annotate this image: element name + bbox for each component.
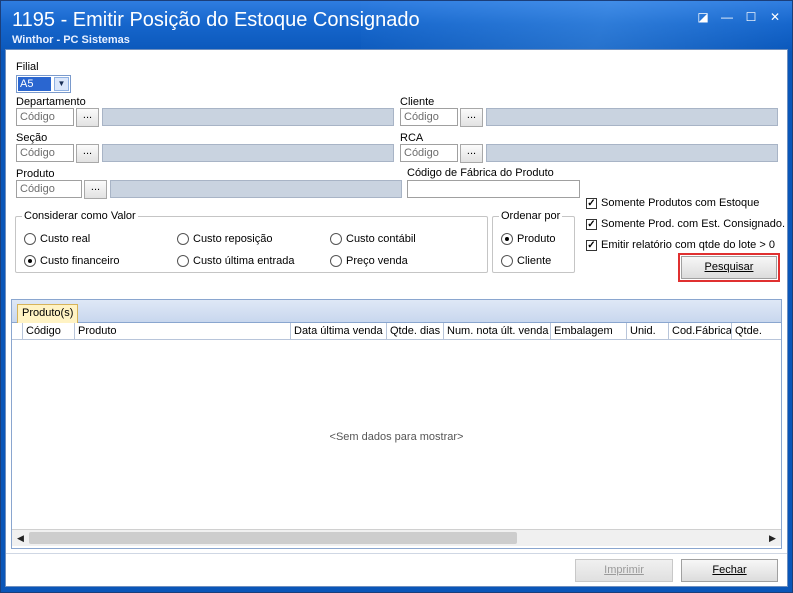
ordenar-group: Ordenar por Produto Cliente (492, 210, 575, 273)
considerar-title: Considerar como Valor (22, 210, 138, 222)
secao-label: Seção (16, 132, 48, 144)
radio-circle-selected (24, 255, 36, 267)
radio-custo-real[interactable]: Custo real (24, 233, 90, 245)
fechar-button[interactable]: Fechar (681, 559, 778, 582)
chevron-down-icon[interactable]: ▼ (54, 77, 69, 91)
filial-select[interactable]: A5 ▼ (16, 75, 71, 93)
radio-custo-ultima-entrada[interactable]: Custo última entrada (177, 255, 295, 267)
scroll-left-icon[interactable]: ◀ (13, 531, 28, 546)
pesquisar-label: Pesquisar (704, 261, 754, 273)
imprimir-button[interactable]: Imprimir (575, 559, 673, 582)
radio-circle (177, 233, 189, 245)
rca-label: RCA (400, 132, 424, 144)
codigo-fabrica-label: Código de Fábrica do Produto (407, 167, 554, 179)
radio-label: Custo contábil (346, 233, 416, 245)
window-controls: ◪ — ☐ ✕ (696, 10, 782, 24)
radio-ordenar-cliente[interactable]: Cliente (501, 255, 551, 267)
departamento-label: Departamento (16, 96, 86, 108)
title-bar-decoration (361, 1, 792, 51)
radio-circle-selected (501, 233, 513, 245)
radio-label: Cliente (517, 255, 552, 267)
considerar-group: Considerar como Valor Custo real Custo r… (15, 210, 488, 273)
checkbox-checked: ✓ (586, 218, 597, 230)
scrollbar-thumb[interactable] (29, 532, 517, 544)
rca-code-field[interactable]: Código (400, 144, 458, 162)
radio-circle (501, 255, 513, 267)
radio-label: Custo última entrada (193, 255, 295, 267)
window-subtitle: Winthor - PC Sistemas (12, 34, 130, 46)
produto-label: Produto (16, 168, 55, 180)
ordenar-title: Ordenar por (499, 210, 563, 222)
cliente-description (486, 108, 778, 126)
radio-custo-contabil[interactable]: Custo contábil (330, 233, 416, 245)
radio-circle (330, 233, 342, 245)
column-produto[interactable]: Produto (74, 323, 290, 340)
window-title: 1195 - Emitir Posição do Estoque Consign… (12, 9, 420, 31)
radio-custo-financeiro[interactable]: Custo financeiro (24, 255, 120, 267)
rca-lookup-button[interactable]: ... (460, 144, 483, 163)
filial-value: A5 (18, 77, 51, 91)
minimize-icon[interactable]: — (720, 10, 734, 24)
produto-lookup-button[interactable]: ... (84, 180, 107, 199)
column-unid[interactable]: Unid. (626, 323, 668, 340)
codigo-fabrica-field[interactable] (407, 180, 580, 198)
secao-code-field[interactable]: Código (16, 144, 74, 162)
secao-lookup-button[interactable]: ... (76, 144, 99, 163)
produtos-grid: Produto(s) Código Produto Data última ve… (11, 299, 782, 549)
produto-code-field[interactable]: Código (16, 180, 82, 198)
imprimir-label: Imprimir (604, 564, 644, 576)
departamento-code-field[interactable]: Código (16, 108, 74, 126)
form-area: Filial A5 ▼ Departamento Código ... Clie… (5, 49, 788, 587)
filial-label: Filial (16, 61, 39, 73)
check-label: Somente Prod. com Est. Consignado. (601, 218, 786, 230)
pesquisar-button[interactable]: Pesquisar (678, 253, 780, 282)
checkbox-checked: ✓ (586, 239, 597, 251)
column-qtde-dias[interactable]: Qtde. dias (386, 323, 443, 340)
app-window: 1195 - Emitir Posição do Estoque Consign… (0, 0, 793, 593)
departamento-description (102, 108, 394, 126)
check-label: Somente Produtos com Estoque (601, 197, 760, 209)
radio-label: Custo financeiro (40, 255, 120, 267)
check-somente-estoque[interactable]: ✓ Somente Produtos com Estoque (586, 197, 759, 209)
grid-empty-message: <Sem dados para mostrar> (329, 431, 464, 443)
maximize-icon[interactable]: ☐ (744, 10, 758, 24)
tab-produtos[interactable]: Produto(s) (17, 304, 79, 323)
title-bar: 1195 - Emitir Posição do Estoque Consign… (1, 1, 792, 51)
radio-circle (330, 255, 342, 267)
radio-preco-venda[interactable]: Preço venda (330, 255, 408, 267)
restore-icon[interactable]: ◪ (696, 10, 710, 24)
column-qtde[interactable]: Qtde. (731, 323, 781, 340)
grid-column-header: Código Produto Data última venda Qtde. d… (12, 323, 781, 340)
radio-circle (177, 255, 189, 267)
radio-label: Preço venda (346, 255, 408, 267)
produto-description (110, 180, 402, 198)
radio-custo-reposicao[interactable]: Custo reposição (177, 233, 273, 245)
check-label: Emitir relatório com qtde do lote > 0 (601, 239, 775, 251)
column-embalagem[interactable]: Embalagem (550, 323, 626, 340)
rca-description (486, 144, 778, 162)
radio-ordenar-produto[interactable]: Produto (501, 233, 556, 245)
check-qtde-lote[interactable]: ✓ Emitir relatório com qtde do lote > 0 (586, 239, 775, 251)
checkbox-checked: ✓ (586, 197, 597, 209)
close-icon[interactable]: ✕ (768, 10, 782, 24)
secao-description (102, 144, 394, 162)
radio-label: Produto (517, 233, 556, 245)
column-data-ultima-venda[interactable]: Data última venda (290, 323, 386, 340)
cliente-lookup-button[interactable]: ... (460, 108, 483, 127)
column-num-nota[interactable]: Num. nota últ. venda (443, 323, 550, 340)
column-cod-fabrica[interactable]: Cod.Fábrica (668, 323, 731, 340)
horizontal-scrollbar[interactable]: ◀ ▶ (12, 529, 781, 546)
footer-bar: Imprimir Fechar (6, 553, 787, 586)
column-codigo[interactable]: Código (22, 323, 74, 340)
radio-circle (24, 233, 36, 245)
cliente-code-field[interactable]: Código (400, 108, 458, 126)
departamento-lookup-button[interactable]: ... (76, 108, 99, 127)
scroll-right-icon[interactable]: ▶ (765, 531, 780, 546)
cliente-label: Cliente (400, 96, 435, 108)
radio-label: Custo real (40, 233, 91, 245)
grid-tabstrip: Produto(s) (12, 300, 781, 323)
check-somente-consignado[interactable]: ✓ Somente Prod. com Est. Consignado. (586, 218, 785, 230)
fechar-label: Fechar (712, 564, 747, 576)
radio-label: Custo reposição (193, 233, 273, 245)
